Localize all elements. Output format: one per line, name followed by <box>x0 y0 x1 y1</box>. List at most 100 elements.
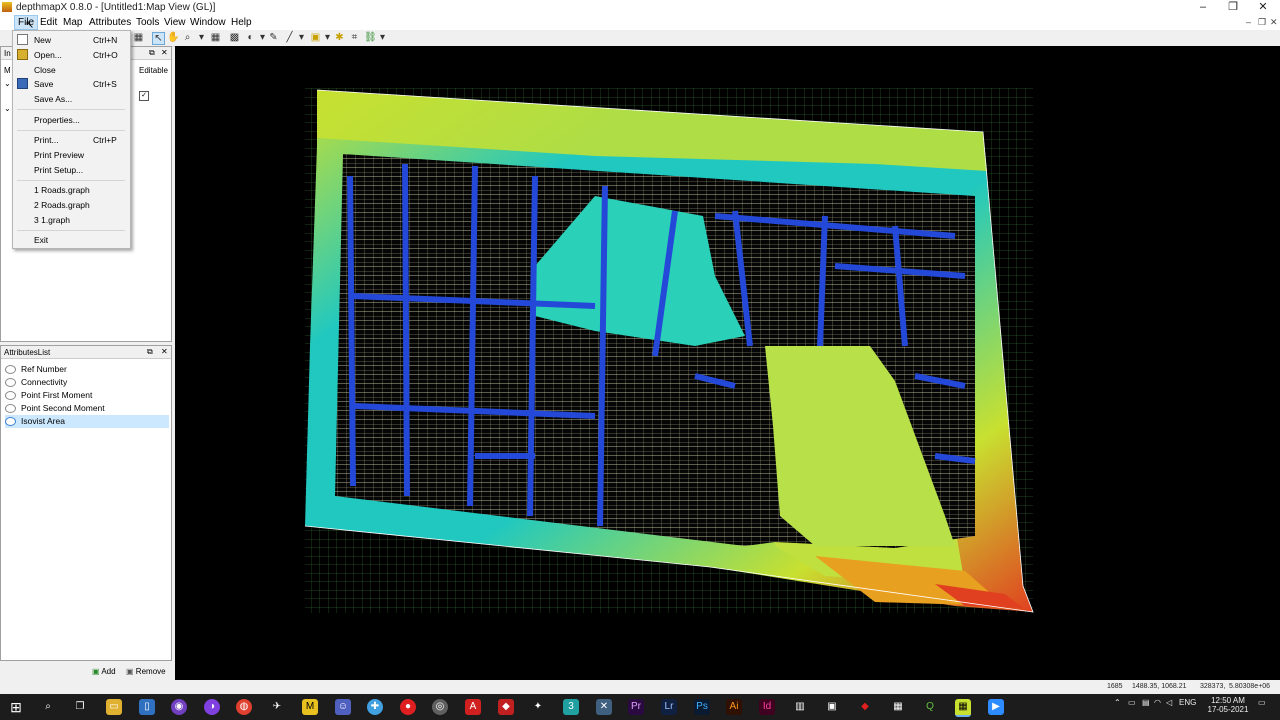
link-icon[interactable]: ⛓ <box>364 32 377 43</box>
menu-attributes[interactable]: Attributes <box>86 16 134 29</box>
join-icon[interactable]: ⌗ <box>349 32 360 43</box>
app-icon-grid[interactable]: ▦ <box>890 699 906 715</box>
attribute-item[interactable]: Connectivity <box>5 376 169 389</box>
app-icon-teal[interactable]: 3 <box>563 699 579 715</box>
network-icon[interactable]: ▤ <box>1142 698 1150 707</box>
windows-start-icon[interactable]: ⊞ <box>8 699 24 715</box>
menu-item-save[interactable]: Save <box>34 79 53 89</box>
app-icon-purple[interactable]: ◉ <box>171 699 187 715</box>
qgis-icon[interactable]: Q <box>922 699 938 715</box>
select-grid-icon[interactable]: ▦ <box>133 32 144 43</box>
save-disk-icon <box>17 78 28 89</box>
map-view[interactable] <box>175 46 1280 680</box>
menu-item-properties[interactable]: Properties... <box>34 115 80 125</box>
language-indicator[interactable]: ENG <box>1179 698 1196 707</box>
zoom-dropdown-icon[interactable]: ▾ <box>196 32 207 43</box>
index-float-icon[interactable]: ⧉ <box>149 48 155 58</box>
app-icon-yellow[interactable]: M <box>302 699 318 715</box>
attribute-item[interactable]: Ref Number <box>5 363 169 376</box>
illustrator-icon[interactable]: Ai <box>726 699 742 715</box>
line-icon[interactable]: ╱ <box>284 32 295 43</box>
menu-window[interactable]: Window <box>187 16 229 29</box>
menu-item-exit[interactable]: Exit <box>34 235 48 245</box>
menu-item-print-preview[interactable]: Print Preview <box>34 150 84 160</box>
task-view-icon[interactable]: ❐ <box>72 699 88 715</box>
tree-expand-icon[interactable]: ⌄ <box>4 104 11 113</box>
app-icon-sketch[interactable]: ✦ <box>530 699 546 715</box>
premiere-icon[interactable]: Pr <box>628 699 644 715</box>
menu-item-recent-2[interactable]: 2 Roads.graph <box>34 200 90 210</box>
vga-map-canvas[interactable] <box>175 46 1280 680</box>
menu-help[interactable]: Help <box>228 16 255 29</box>
app-icon-box[interactable]: ▥ <box>792 699 808 715</box>
grid-icon[interactable]: ▩ <box>229 32 240 43</box>
app-icon-cube[interactable]: ▣ <box>824 699 840 715</box>
wifi-icon[interactable]: ◠ <box>1154 698 1161 707</box>
isovist-dropdown-icon[interactable]: ▾ <box>257 32 268 43</box>
menu-item-print-setup[interactable]: Print Setup... <box>34 165 83 175</box>
app-icon-globe[interactable]: ✚ <box>367 699 383 715</box>
zoom-app-icon[interactable]: ▶ <box>988 699 1004 715</box>
isovist-icon[interactable]: ◐ <box>245 32 256 43</box>
menu-item-close[interactable]: Close <box>34 65 56 75</box>
maximize-button[interactable]: ❐ <box>1218 0 1248 15</box>
mdi-restore-icon[interactable]: ❐ <box>1258 17 1266 28</box>
app-icon-violet[interactable]: ◑ <box>204 699 220 715</box>
app-icon-blue[interactable]: ▯ <box>139 699 155 715</box>
attribute-item-selected[interactable]: Isovist Area <box>5 415 169 428</box>
pan-hand-icon[interactable]: ✋ <box>167 32 179 43</box>
add-attribute-button[interactable]: ▣ Add <box>92 667 116 676</box>
app-icon-ruby[interactable]: ◆ <box>857 699 873 715</box>
line-dropdown-icon[interactable]: ▾ <box>296 32 307 43</box>
attributes-close-icon[interactable]: ✕ <box>161 347 168 356</box>
app-icon-shield[interactable]: ◆ <box>498 699 514 715</box>
lightroom-icon[interactable]: Lr <box>661 699 677 715</box>
remove-attribute-button[interactable]: ▣ Remove <box>126 667 166 676</box>
menu-item-recent-3[interactable]: 3 1.graph <box>34 215 70 225</box>
menu-view[interactable]: View <box>161 16 189 29</box>
discord-icon[interactable]: ☺ <box>335 699 351 715</box>
menu-item-save-as[interactable]: Save As... <box>34 94 72 104</box>
app-icon-red[interactable]: ● <box>400 699 416 715</box>
menu-item-recent-1[interactable]: 1 Roads.graph <box>34 185 90 195</box>
search-icon[interactable]: ⌕ <box>40 699 56 715</box>
menu-tools[interactable]: Tools <box>133 16 162 29</box>
volume-icon[interactable]: ◁ <box>1166 698 1172 707</box>
editable-checkbox[interactable]: ✓ <box>139 91 149 101</box>
menu-item-open[interactable]: Open... <box>34 50 62 60</box>
depthmapx-taskbar-icon[interactable]: ▦ <box>955 699 971 717</box>
menu-item-print[interactable]: Print... <box>34 135 59 145</box>
clock[interactable]: 12:50 AM 17-05-2021 <box>1207 696 1249 714</box>
menu-map[interactable]: Map <box>60 16 85 29</box>
tray-app-icon[interactable]: ▭ <box>1128 698 1136 707</box>
attributes-float-icon[interactable]: ⧉ <box>147 347 153 357</box>
chrome-icon[interactable]: ◍ <box>236 699 252 715</box>
close-button[interactable]: ✕ <box>1248 0 1278 15</box>
steam-icon[interactable]: ✈ <box>269 699 285 715</box>
photoshop-icon[interactable]: Ps <box>694 699 710 715</box>
minimize-button[interactable]: – <box>1188 0 1218 15</box>
axial-icon[interactable]: ✱ <box>334 32 345 43</box>
tray-chevron-icon[interactable]: ⌃ <box>1114 698 1121 707</box>
agent-icon[interactable]: ▣ <box>310 32 321 43</box>
autocad-icon[interactable]: A <box>465 699 481 715</box>
mdi-minimize-icon[interactable]: – <box>1246 17 1251 27</box>
file-explorer-icon[interactable]: ▭ <box>106 699 122 715</box>
menu-item-new[interactable]: New <box>34 35 51 45</box>
mdi-close-icon[interactable]: ✕ <box>1270 17 1278 28</box>
fill-grid-icon[interactable]: ▦ <box>210 32 221 43</box>
menu-edit[interactable]: Edit <box>37 16 60 29</box>
pencil-icon[interactable]: ✎ <box>268 32 279 43</box>
indesign-icon[interactable]: Id <box>759 699 775 715</box>
index-close-icon[interactable]: ✕ <box>161 48 168 57</box>
tree-expand-icon[interactable]: ⌄ <box>4 79 11 88</box>
attribute-item[interactable]: Point First Moment <box>5 389 169 402</box>
select-pointer-icon[interactable]: ↖ <box>152 32 165 45</box>
app-icon-tool[interactable]: ✕ <box>596 699 612 715</box>
link-dropdown-icon[interactable]: ▾ <box>377 32 388 43</box>
attribute-item[interactable]: Point Second Moment <box>5 402 169 415</box>
agent-dropdown-icon[interactable]: ▾ <box>322 32 333 43</box>
zoom-icon[interactable]: ⌕ <box>182 32 193 43</box>
app-icon-grey[interactable]: ◎ <box>432 699 448 715</box>
notification-icon[interactable]: ▭ <box>1258 698 1266 707</box>
